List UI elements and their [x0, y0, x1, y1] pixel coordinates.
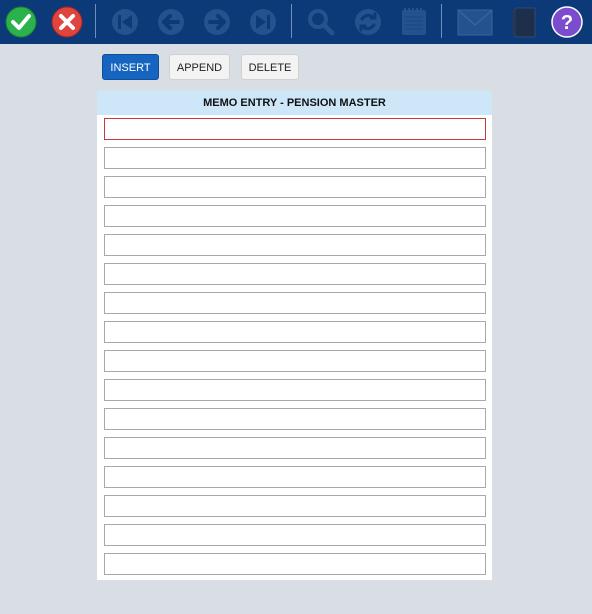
refresh-button[interactable] — [351, 5, 385, 39]
cancel-button[interactable] — [50, 5, 84, 39]
memo-line-input[interactable] — [104, 263, 486, 285]
memo-line-input[interactable] — [104, 350, 486, 372]
memo-line-input[interactable] — [104, 205, 486, 227]
arrow-left-icon — [158, 9, 184, 35]
memo-line-input[interactable] — [104, 408, 486, 430]
toolbar-separator — [95, 4, 96, 38]
previous-record-button[interactable] — [154, 5, 188, 39]
memo-line-input[interactable] — [104, 147, 486, 169]
mail-icon — [457, 9, 493, 36]
memo-line-input[interactable] — [104, 379, 486, 401]
memo-line-input[interactable] — [104, 176, 486, 198]
next-record-button[interactable] — [200, 5, 234, 39]
refresh-icon — [355, 9, 381, 35]
toolbar-separator — [291, 4, 292, 38]
notes-button[interactable] — [397, 5, 431, 39]
first-record-button[interactable] — [108, 5, 142, 39]
memo-line-input[interactable] — [104, 321, 486, 343]
skip-last-icon — [250, 9, 276, 35]
check-icon — [5, 6, 37, 38]
memo-line-input[interactable] — [104, 466, 486, 488]
skip-first-icon — [112, 9, 138, 35]
memo-line-input[interactable] — [104, 437, 486, 459]
append-button[interactable]: APPEND — [169, 54, 230, 80]
ok-button[interactable] — [4, 5, 38, 39]
book-icon — [512, 7, 536, 38]
help-button[interactable]: ? — [550, 5, 584, 39]
last-record-button[interactable] — [246, 5, 280, 39]
book-button[interactable] — [507, 5, 541, 39]
memo-line-input[interactable] — [104, 495, 486, 517]
svg-text:?: ? — [561, 12, 573, 34]
memo-panel: MEMO ENTRY - PENSION MASTER — [97, 91, 492, 580]
help-icon: ? — [551, 6, 583, 38]
arrow-right-icon — [204, 9, 230, 35]
toolbar-separator — [441, 4, 442, 38]
close-icon — [51, 6, 83, 38]
insert-button[interactable]: INSERT — [102, 54, 159, 80]
memo-panel-title: MEMO ENTRY - PENSION MASTER — [97, 91, 492, 115]
memo-line-input[interactable] — [104, 553, 486, 575]
delete-button[interactable]: DELETE — [241, 54, 299, 80]
main-toolbar: ? — [0, 0, 592, 44]
memo-line-input[interactable] — [104, 118, 486, 140]
memo-line-input[interactable] — [104, 292, 486, 314]
memo-line-input[interactable] — [104, 234, 486, 256]
mail-button[interactable] — [456, 5, 494, 39]
search-button[interactable] — [304, 5, 338, 39]
notepad-icon — [402, 8, 426, 35]
memo-line-input[interactable] — [104, 524, 486, 546]
search-icon — [308, 9, 335, 36]
